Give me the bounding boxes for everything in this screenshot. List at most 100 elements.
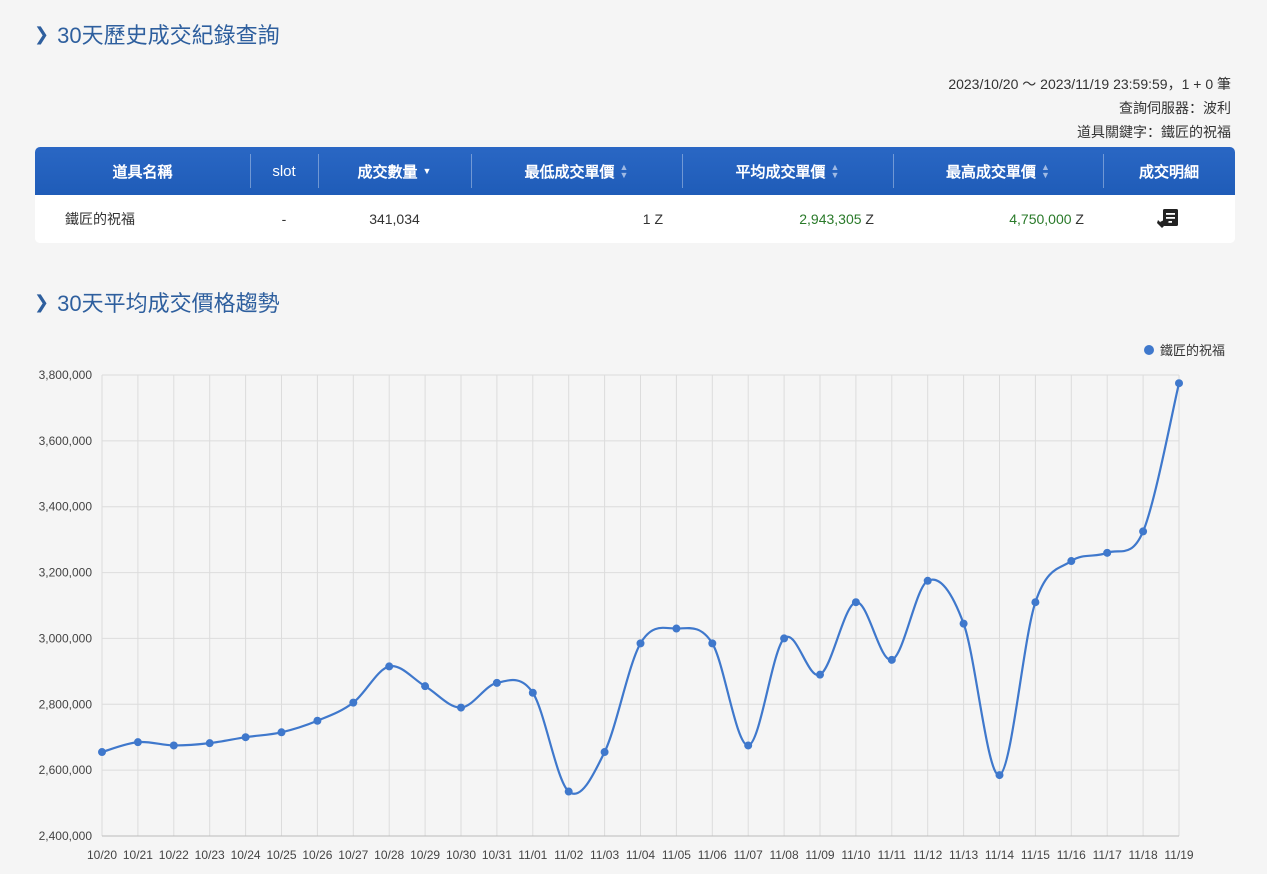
- data-point: [600, 748, 609, 757]
- x-tick-label: 10/25: [266, 848, 296, 862]
- x-tick-label: 11/15: [1021, 848, 1050, 862]
- header-max-price[interactable]: 最高成交單價 ▲ ▼: [893, 147, 1103, 195]
- header-detail: 成交明細: [1103, 147, 1235, 195]
- query-server: 查詢伺服器：波利: [1119, 100, 1231, 116]
- data-point: [1103, 548, 1112, 557]
- query-meta: 2023/10/20 〜 2023/11/19 23:59:59，1 + 0 筆…: [948, 72, 1231, 144]
- x-tick-label: 11/05: [662, 848, 691, 862]
- data-point: [564, 787, 573, 796]
- x-tick-label: 11/10: [841, 848, 870, 862]
- table-header-row: 道具名稱 slot 成交數量 ▼ 最低成交單價 ▲ ▼ 平均成交單價 ▲ ▼ 最高成交單價…: [35, 147, 1235, 195]
- data-point: [528, 688, 537, 697]
- data-point: [887, 655, 896, 664]
- x-tick-label: 10/30: [446, 848, 476, 862]
- y-tick-label: 3,800,000: [39, 368, 93, 382]
- sort-icon: ▲ ▼: [1041, 162, 1050, 180]
- x-tick-label: 10/21: [123, 848, 153, 862]
- header-min-price[interactable]: 最低成交單價 ▲ ▼: [471, 147, 682, 195]
- x-tick-label: 11/13: [949, 848, 978, 862]
- cell-slot: -: [281, 211, 287, 227]
- x-tick-label: 10/23: [195, 848, 225, 862]
- data-point: [851, 598, 860, 607]
- x-tick-label: 11/14: [985, 848, 1014, 862]
- avg-price-value: 2,943,305: [799, 211, 862, 227]
- max-price-value: 4,750,000: [1009, 211, 1072, 227]
- chevron-right-icon: ❯: [34, 23, 50, 44]
- history-section-title-text: 30天歷史成交紀錄查詢: [57, 23, 280, 48]
- x-tick-label: 11/12: [913, 848, 942, 862]
- x-tick-label: 11/07: [734, 848, 763, 862]
- data-point: [421, 682, 430, 691]
- data-point: [349, 698, 358, 707]
- history-section-title: ❯ 30天歷史成交紀錄查詢: [34, 18, 280, 50]
- query-keyword: 道具關鍵字：鐵匠的祝福: [1077, 124, 1231, 140]
- y-tick-label: 2,800,000: [39, 697, 93, 711]
- sort-icon: ▲ ▼: [830, 162, 840, 180]
- cell-max-price: 4,750,000 Z: [893, 195, 1103, 243]
- data-point: [923, 576, 932, 585]
- x-tick-label: 11/03: [590, 848, 619, 862]
- data-point: [816, 670, 824, 679]
- data-point: [241, 733, 250, 742]
- data-point: [385, 662, 394, 671]
- y-tick-label: 3,400,000: [39, 500, 93, 514]
- data-point: [995, 771, 1004, 780]
- cell-detail: [1103, 195, 1235, 243]
- data-point: [1031, 598, 1040, 607]
- x-tick-label: 10/27: [338, 848, 368, 862]
- data-point: [1139, 527, 1148, 536]
- x-tick-label: 11/01: [518, 848, 547, 862]
- header-slot: slot: [250, 147, 318, 195]
- data-point: [277, 728, 286, 737]
- x-tick-label: 11/09: [805, 848, 834, 862]
- x-tick-label: 10/22: [159, 848, 189, 862]
- x-tick-label: 11/16: [1057, 848, 1086, 862]
- x-tick-label: 11/19: [1164, 848, 1193, 862]
- data-point: [672, 624, 681, 633]
- cell-avg-price: 2,943,305 Z: [682, 195, 893, 243]
- header-item-name: 道具名稱: [112, 163, 173, 181]
- x-tick-label: 10/29: [410, 848, 440, 862]
- x-tick-label: 10/26: [302, 848, 332, 862]
- y-tick-label: 2,600,000: [39, 763, 93, 777]
- y-tick-label: 3,600,000: [39, 434, 93, 448]
- x-tick-label: 10/20: [87, 848, 117, 862]
- x-tick-label: 11/18: [1129, 848, 1158, 862]
- data-point: [780, 634, 789, 643]
- data-point: [1175, 379, 1183, 388]
- cell-item-name: 鐵匠的祝福: [65, 211, 135, 227]
- trade-table: 道具名稱 slot 成交數量 ▼ 最低成交單價 ▲ ▼ 平均成交單價 ▲ ▼ 最高成交單價…: [35, 147, 1235, 243]
- query-range: 2023/10/20 〜 2023/11/19 23:59:59，1 + 0 筆: [948, 76, 1231, 92]
- y-tick-label: 3,200,000: [39, 566, 93, 580]
- data-point: [133, 738, 142, 747]
- x-tick-label: 11/04: [626, 848, 655, 862]
- data-point: [169, 741, 178, 750]
- trend-section-title-text: 30天平均成交價格趨勢: [57, 291, 280, 316]
- x-tick-label: 10/31: [482, 848, 512, 862]
- cell-qty: 341,034: [369, 211, 420, 227]
- data-point: [492, 678, 501, 687]
- header-qty[interactable]: 成交數量 ▼: [318, 147, 471, 195]
- data-point: [205, 739, 214, 748]
- x-tick-label: 11/06: [698, 848, 727, 862]
- data-point: [744, 741, 753, 750]
- x-tick-label: 11/11: [878, 848, 907, 862]
- table-row: 鐵匠的祝福 - 341,034 1 Z 2,943,305 Z 4,750,00…: [35, 195, 1235, 243]
- data-point: [636, 639, 645, 648]
- sort-desc-icon: ▼: [422, 166, 432, 176]
- data-point: [708, 639, 717, 648]
- data-point: [313, 716, 322, 725]
- sort-icon: ▲ ▼: [619, 162, 629, 180]
- header-avg-price[interactable]: 平均成交單價 ▲ ▼: [682, 147, 893, 195]
- y-tick-label: 2,400,000: [39, 829, 93, 843]
- avg-price-unit: Z: [861, 211, 874, 227]
- cell-min-price: 1 Z: [642, 211, 663, 227]
- y-tick-label: 3,000,000: [39, 631, 93, 645]
- x-tick-label: 11/17: [1093, 848, 1122, 862]
- max-price-unit: Z: [1071, 211, 1084, 227]
- receipt-icon[interactable]: [1156, 207, 1182, 231]
- data-point: [1067, 557, 1076, 566]
- chevron-right-icon: ❯: [34, 291, 50, 312]
- x-tick-label: 10/24: [231, 848, 261, 862]
- data-point: [98, 748, 106, 757]
